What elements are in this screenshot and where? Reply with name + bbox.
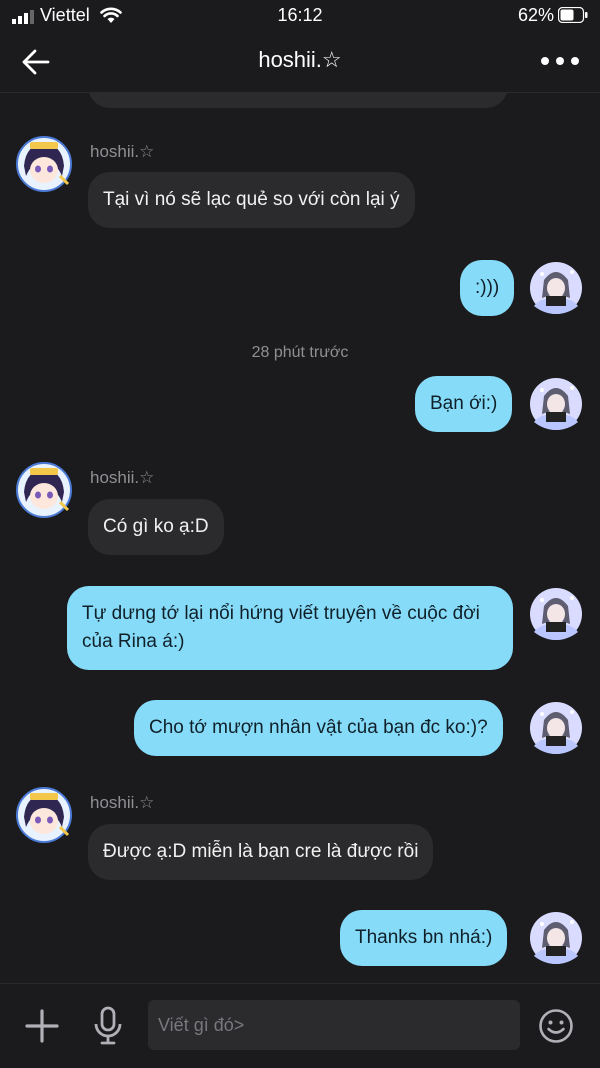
battery-icon: [558, 7, 588, 23]
contact-avatar[interactable]: [16, 462, 72, 518]
message-bubble-outgoing[interactable]: Tự dưng tớ lại nổi hứng viết truyện về c…: [67, 586, 513, 670]
sender-name: hoshii.☆: [90, 142, 155, 161]
message-bubble-incoming[interactable]: Tại vì nó sẽ lạc quẻ so với còn lại ý: [88, 172, 415, 228]
clock: 16:12: [277, 5, 323, 25]
chat-header: hoshii.☆: [0, 32, 600, 93]
my-avatar[interactable]: [528, 260, 584, 316]
message-bubble-incoming[interactable]: Có gì ko ạ:D: [88, 499, 224, 555]
plus-icon[interactable]: [24, 1008, 60, 1044]
message-input[interactable]: [148, 1000, 520, 1050]
previous-message-bubble: [88, 92, 508, 108]
contact-avatar[interactable]: [16, 787, 72, 843]
sender-name: hoshii.☆: [90, 468, 155, 487]
my-avatar[interactable]: [528, 586, 584, 642]
more-options-icon[interactable]: [540, 56, 580, 66]
my-avatar[interactable]: [528, 376, 584, 432]
contact-avatar[interactable]: [16, 136, 72, 192]
timestamp: 28 phút trước: [251, 344, 349, 361]
message-composer: [0, 983, 600, 1068]
my-avatar[interactable]: [528, 700, 584, 756]
message-list[interactable]: hoshii.☆ Tại vì nó sẽ lạc quẻ so với còn…: [0, 92, 600, 982]
message-bubble-outgoing[interactable]: Cho tớ mượn nhân vật của bạn đc ko:)?: [134, 700, 503, 756]
chat-title[interactable]: hoshii.☆: [0, 47, 600, 73]
sender-name: hoshii.☆: [90, 793, 155, 812]
my-avatar[interactable]: [528, 910, 584, 966]
message-bubble-outgoing[interactable]: Thanks bn nhá:): [340, 910, 508, 966]
emoji-icon[interactable]: [538, 1008, 574, 1044]
battery-percent: 62%: [517, 5, 554, 25]
message-bubble-incoming[interactable]: Được ạ:D miễn là bạn cre là được rồi: [88, 824, 434, 880]
microphone-icon[interactable]: [92, 1006, 124, 1046]
status-bar: Viettel 16:12 62%: [0, 0, 600, 32]
message-bubble-outgoing[interactable]: Bạn ới:): [415, 376, 513, 432]
message-bubble-outgoing[interactable]: :))): [460, 260, 514, 316]
